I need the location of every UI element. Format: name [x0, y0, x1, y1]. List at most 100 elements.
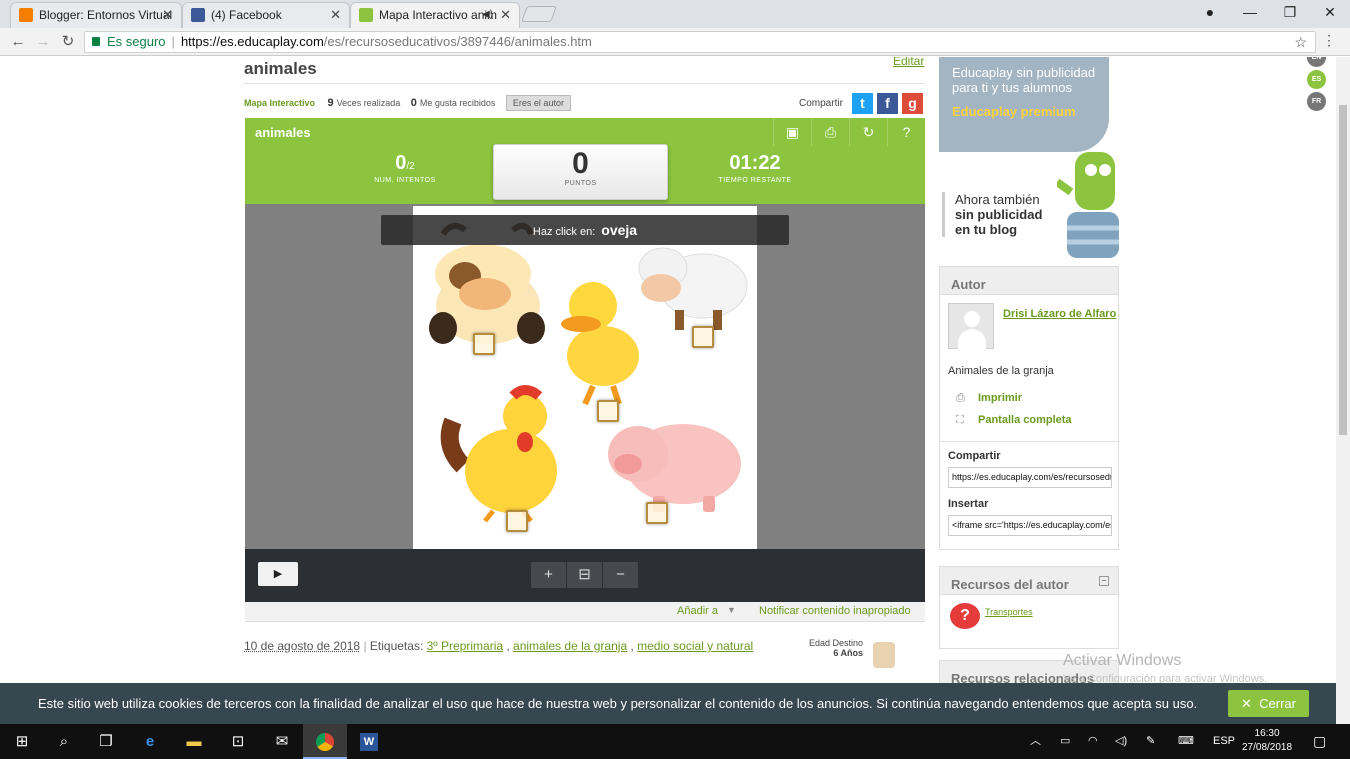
report-link[interactable]: Notificar contenido inapropiado	[759, 605, 911, 617]
pen-icon[interactable]: ✎	[1146, 724, 1155, 759]
tag-link[interactable]: medio social y natural	[637, 639, 753, 653]
restart-icon[interactable]: ↻	[849, 118, 887, 146]
minimize-button[interactable]: —	[1230, 0, 1270, 26]
twitter-icon[interactable]: t	[852, 93, 873, 114]
author-badge: Eres el autor	[505, 95, 571, 111]
close-icon[interactable]: ✕	[162, 3, 173, 27]
hotspot-pig[interactable]	[646, 502, 668, 524]
prompt-label: Haz click en:	[532, 226, 596, 238]
volume-icon[interactable]: ◁)	[1115, 724, 1127, 759]
play-button[interactable]: ▶	[258, 562, 298, 586]
lang-fr[interactable]: FR	[1307, 92, 1326, 111]
tab-educaplay[interactable]: Mapa Interactivo anim ◀) ✕	[350, 2, 520, 28]
click-prompt: Haz click en: oveja	[381, 215, 789, 245]
close-window-button[interactable]: ✕	[1310, 0, 1350, 26]
author-name-link[interactable]: Drisi Lázaro de Alfaro	[1003, 308, 1116, 320]
wifi-icon[interactable]: ◠	[1088, 724, 1098, 759]
lock-icon	[92, 37, 100, 46]
keyboard-icon[interactable]: ⌨	[1178, 724, 1194, 759]
windows-activation-watermark: Activar Windows Ve a Configuración para …	[1063, 652, 1267, 685]
hotspot-duck[interactable]	[597, 400, 619, 422]
print-icon[interactable]: ⎙	[811, 118, 849, 146]
views-count: 9	[327, 97, 334, 109]
profile-icon[interactable]: ●	[1190, 0, 1230, 26]
zoom-reset-button[interactable]: ⊟	[567, 562, 603, 588]
speaker-icon[interactable]: ◀)	[482, 3, 493, 27]
task-view-icon[interactable]: ❐	[84, 724, 128, 759]
views-label: Veces realizada	[336, 98, 401, 108]
back-icon[interactable]: ←	[8, 32, 28, 52]
clock[interactable]: 16:30 27/08/2018	[1242, 727, 1292, 755]
chrome-icon[interactable]	[303, 724, 347, 759]
tag-link[interactable]: animales de la granja	[513, 639, 627, 653]
help-icon[interactable]: ?	[887, 118, 925, 146]
tray-chevron-icon[interactable]: ︿	[1030, 724, 1041, 759]
lang-en[interactable]: EN	[1307, 57, 1326, 67]
hotspot-sheep[interactable]	[692, 326, 714, 348]
map-icon[interactable]: ▣	[773, 118, 811, 146]
tab-title: Mapa Interactivo anim	[379, 8, 498, 22]
page-scrollbar[interactable]	[1336, 57, 1350, 724]
language-indicator[interactable]: ESP	[1213, 724, 1235, 759]
dropdown-caret-icon[interactable]: ▼	[727, 605, 736, 615]
url-field[interactable]: Es seguro | https://es.educaplay.com/es/re…	[84, 31, 1316, 53]
duck-illustration	[561, 282, 639, 406]
target-age: Edad Destino 6 Años	[803, 638, 863, 658]
scrollbar-thumb[interactable]	[1339, 105, 1347, 435]
battery-icon[interactable]: ▭	[1060, 724, 1070, 759]
premium-promo[interactable]: Educaplay sin publicidad para ti y tus a…	[939, 57, 1119, 258]
edge-icon[interactable]: e	[128, 724, 172, 759]
lang-es[interactable]: ES	[1307, 70, 1326, 89]
resource-item[interactable]: ? Transportes	[940, 595, 1118, 635]
hotspot-hen[interactable]	[506, 510, 528, 532]
close-icon: ✕	[1241, 696, 1252, 711]
add-to-link[interactable]: Añadir a	[677, 605, 718, 617]
close-cookie-button[interactable]: ✕ Cerrar	[1228, 690, 1309, 717]
print-action[interactable]: ⎙ Imprimir	[940, 377, 1118, 405]
windows-start-icon[interactable]: ⊞	[0, 724, 44, 759]
resource-link[interactable]: Transportes	[985, 607, 1033, 617]
google-plus-icon[interactable]: g	[902, 93, 923, 114]
share-url-field[interactable]: https://es.educaplay.com/es/recursoseduc…	[948, 467, 1112, 488]
hotspot-cow[interactable]	[473, 333, 495, 355]
reload-icon[interactable]: ↻	[58, 32, 78, 52]
maximize-button[interactable]: ❐	[1270, 0, 1310, 26]
tab-facebook[interactable]: (4) Facebook ✕	[182, 2, 350, 28]
word-icon[interactable]: W	[347, 724, 391, 759]
pig-illustration	[608, 424, 741, 512]
activity-meta: Mapa Interactivo 9 Veces realizada 0 Me gu…	[244, 95, 571, 111]
edit-link[interactable]: Editar	[893, 57, 924, 68]
avatar[interactable]	[948, 303, 994, 349]
bookmark-star-icon[interactable]: ☆	[1294, 32, 1307, 52]
forward-icon[interactable]: →	[33, 32, 53, 52]
game-footer: Añadir a ▼ Notificar contenido inapropia…	[245, 602, 925, 622]
promo-premium-link[interactable]: Educaplay premium	[952, 104, 1096, 119]
print-label: Imprimir	[978, 392, 1023, 404]
file-explorer-icon[interactable]: ▬	[172, 724, 216, 759]
secure-label: Es seguro	[107, 34, 166, 49]
close-icon[interactable]: ✕	[330, 3, 341, 27]
mail-icon[interactable]: ✉	[260, 724, 304, 759]
blogger-icon	[19, 8, 33, 22]
tag-link[interactable]: 3º Preprimaria	[427, 639, 503, 653]
menu-icon[interactable]: ⋮	[1322, 32, 1336, 49]
notifications-icon[interactable]: ▢	[1313, 724, 1326, 759]
new-tab-button[interactable]	[521, 6, 557, 22]
embed-title: Insertar	[948, 498, 989, 510]
facebook-share-icon[interactable]: f	[877, 93, 898, 114]
share-title: Compartir	[948, 450, 1001, 462]
activity-type: Mapa Interactivo	[244, 98, 316, 108]
search-icon[interactable]: ⌕	[42, 724, 86, 759]
divider	[244, 83, 925, 84]
zoom-in-button[interactable]: +	[531, 562, 567, 588]
tab-blogger[interactable]: Blogger: Entornos Virtual ✕	[10, 2, 182, 28]
cookie-text: Este sitio web utiliza cookies de tercer…	[38, 696, 1198, 711]
collapse-icon[interactable]: −	[1099, 576, 1109, 586]
close-icon[interactable]: ✕	[500, 3, 511, 27]
resources-header: Recursos del autor −	[940, 567, 1118, 595]
tags-line: 10 de agosto de 2018 | Etiquetas: 3º Pre…	[244, 639, 754, 653]
store-icon[interactable]: ⊡	[216, 724, 260, 759]
embed-code-field[interactable]: <iframe src='https://es.educaplay.com/es…	[948, 515, 1112, 536]
zoom-out-button[interactable]: −	[603, 562, 639, 588]
fullscreen-action[interactable]: ⛶ Pantalla completa	[940, 405, 1118, 427]
